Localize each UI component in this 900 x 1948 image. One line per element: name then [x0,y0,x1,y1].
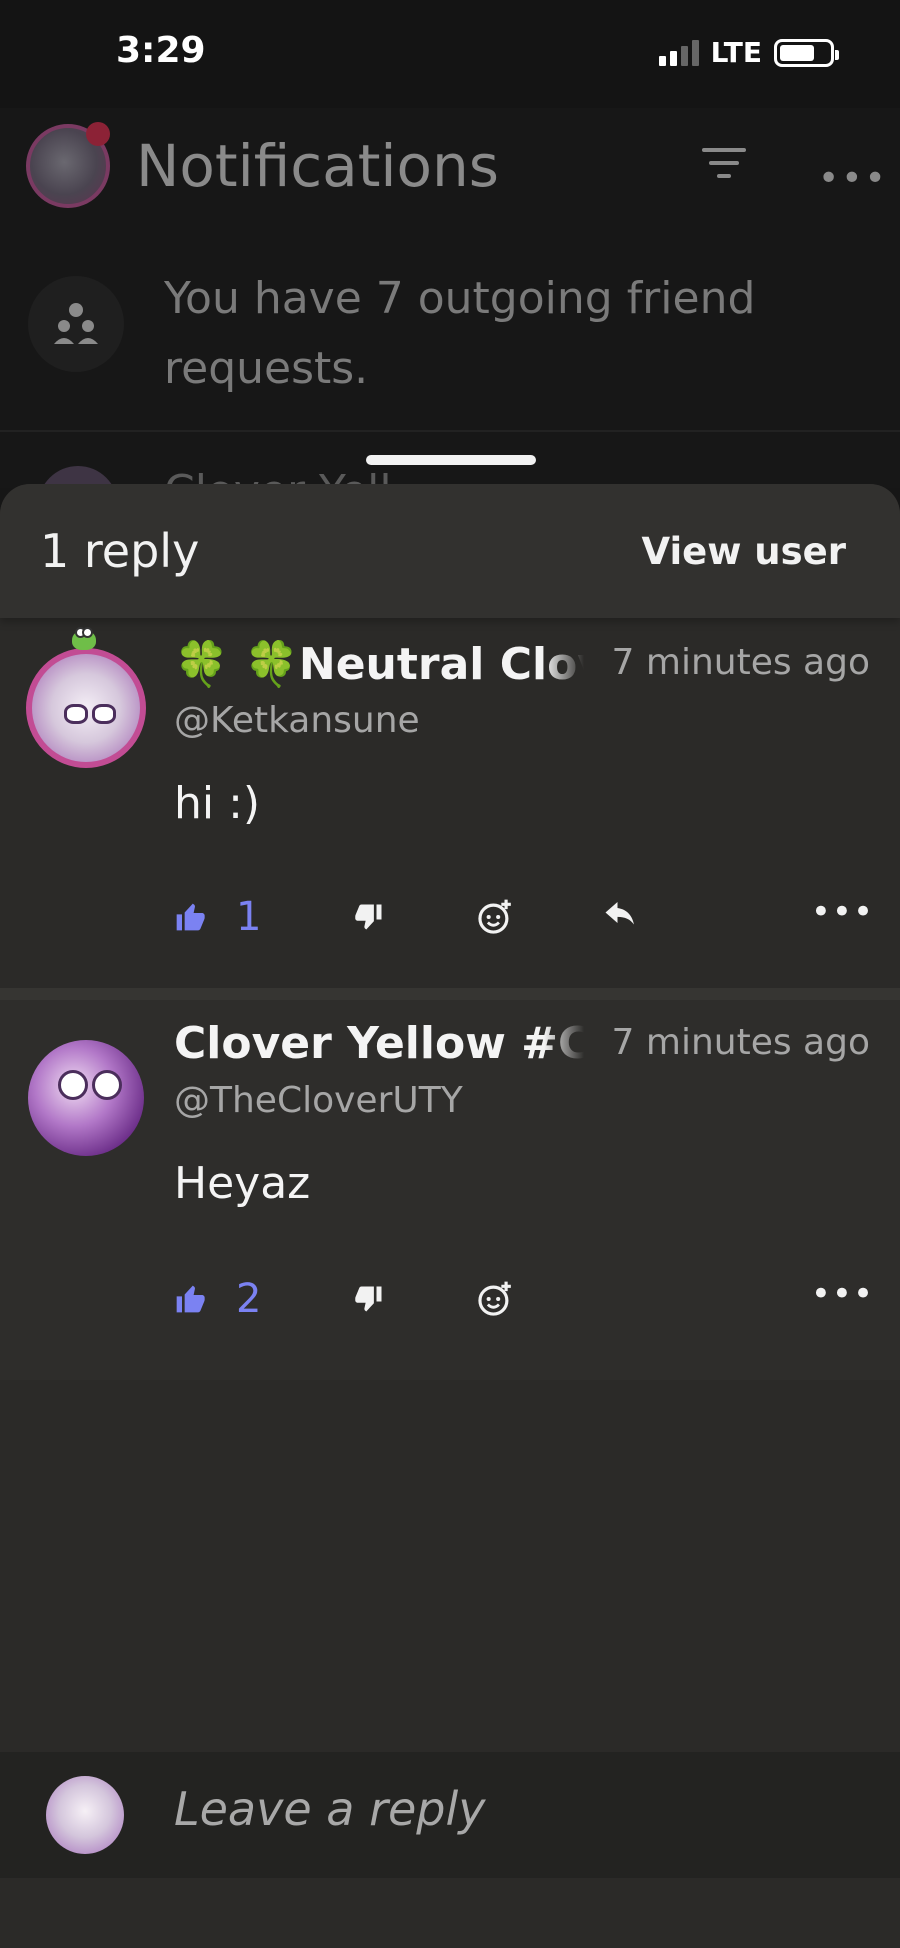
reply-actions: 2 ••• [174,1274,874,1324]
reply-text: Heyaz [174,1158,311,1209]
frog-badge-icon [72,627,96,650]
filter-icon[interactable] [702,148,746,187]
notifications-page: Notifications ••• You have 7 outgoing fr… [0,108,900,546]
reply-author-name[interactable]: Clover Yellow #CL [174,1018,584,1069]
view-user-button[interactable]: View user [641,530,846,573]
notification-dot [86,122,110,146]
bottom-safe-area [0,1878,900,1948]
reply-author-handle: @Ketkansune [174,700,420,741]
reply-composer [0,1752,900,1878]
like-count: 1 [236,894,262,940]
like-button[interactable]: 1 [174,892,261,942]
status-indicators: LTE [658,36,839,69]
friend-requests-text[interactable]: You have 7 outgoing friend requests. [164,264,804,404]
reply-author-name[interactable]: 🍀 🍀Neutral Clov [174,638,584,690]
page-title: Notifications [136,132,500,200]
status-time: 3:29 [116,30,206,71]
like-count: 2 [236,1276,262,1322]
thumbs-up-icon [176,903,205,931]
add-reaction-button[interactable] [476,1274,514,1324]
friends-icon [28,276,124,372]
reply-item: 🍀 🍀Neutral Clov 7 minutes ago @Ketkansun… [0,618,900,988]
divider [0,988,900,1000]
network-label: LTE [710,36,762,69]
reply-input[interactable] [174,1782,854,1836]
sheet-title: 1 reply [40,524,200,578]
reply-actions: 1 ••• [174,892,874,942]
dislike-button[interactable] [354,1274,384,1324]
reply-button[interactable] [604,892,640,942]
avatar[interactable] [26,648,146,768]
battery-icon [774,38,839,67]
thumbs-down-icon [355,904,382,930]
add-reaction-icon [478,1281,511,1316]
reply-arrow-icon [605,902,634,925]
more-icon[interactable]: ••• [811,1274,874,1314]
more-icon[interactable]: ••• [818,158,888,199]
reply-author-handle: @TheCloverUTY [174,1080,463,1121]
reply-timestamp: 7 minutes ago [611,1022,870,1063]
reply-text: hi :) [174,778,261,829]
replies-sheet: 1 reply View user 🍀 🍀Neutral Clov 7 minu… [0,484,900,1948]
add-reaction-icon [478,899,511,934]
avatar [46,1776,124,1854]
reply-item: Clover Yellow #CL 7 minutes ago @TheClov… [0,1000,900,1380]
signal-icon [658,39,699,66]
like-button[interactable]: 2 [174,1274,261,1324]
thumbs-up-icon [176,1285,205,1313]
add-reaction-button[interactable] [476,892,514,942]
dislike-button[interactable] [354,892,384,942]
avatar[interactable] [28,1040,144,1156]
thumbs-down-icon [355,1286,382,1312]
divider [0,430,900,432]
sheet-header: 1 reply View user [0,484,900,618]
sheet-drag-handle[interactable] [366,455,536,465]
more-icon[interactable]: ••• [811,892,874,932]
status-bar: 3:29 LTE [0,0,900,108]
reply-timestamp: 7 minutes ago [611,642,870,683]
